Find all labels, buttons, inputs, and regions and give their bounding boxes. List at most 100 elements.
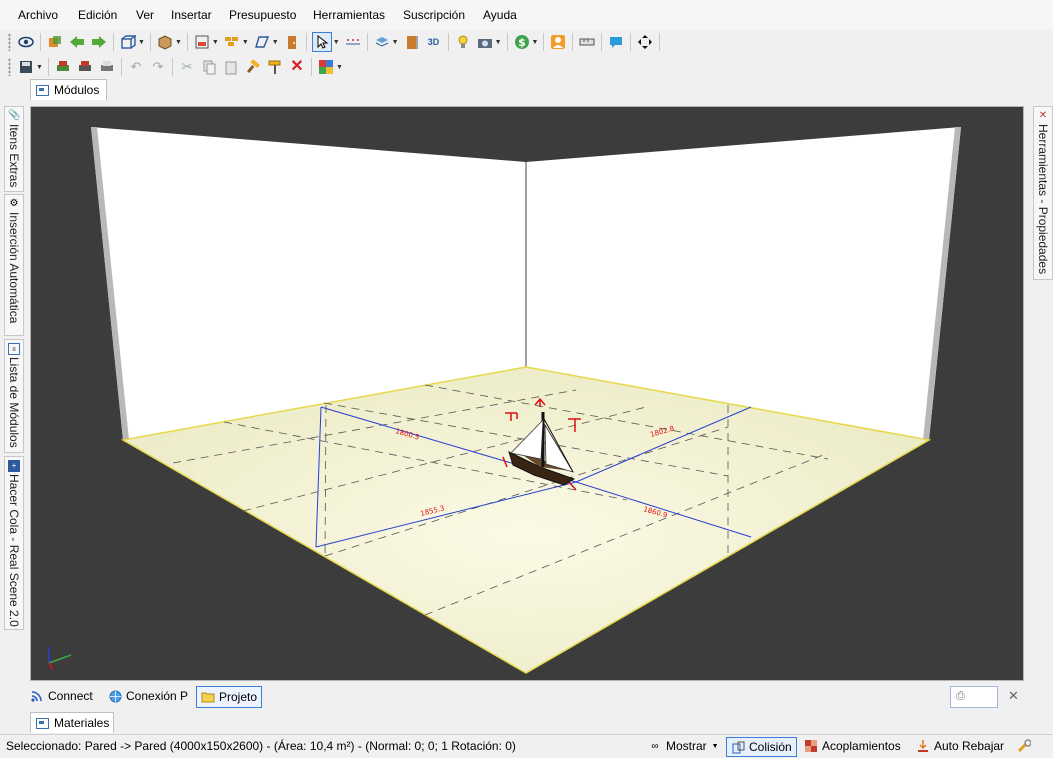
tools-wrench-button[interactable] <box>1017 737 1035 755</box>
chevron-down-icon[interactable]: ▼ <box>392 39 399 46</box>
chevron-down-icon[interactable]: ▼ <box>532 39 539 46</box>
chevron-down-icon[interactable]: ▼ <box>272 39 279 46</box>
colision-label: Colisión <box>749 740 792 754</box>
tab-herramientas-propiedades-label: Herramientas - Propiedades <box>1036 124 1050 275</box>
module-icon <box>36 84 49 96</box>
status-bar: Seleccionado: Pared -> Pared (4000x150x2… <box>0 734 1053 758</box>
arrow-left-icon[interactable] <box>68 33 86 51</box>
menu-edicion[interactable]: Edición <box>78 8 117 22</box>
measure-dots-icon[interactable] <box>344 33 362 51</box>
layers-icon[interactable] <box>373 33 391 51</box>
select-cursor-icon[interactable] <box>311 32 332 52</box>
globe-icon <box>108 689 122 703</box>
menu-ayuda[interactable]: Ayuda <box>483 8 517 22</box>
separator <box>149 33 151 51</box>
acoplamientos-label: Acoplamientos <box>822 739 901 753</box>
tab-connect[interactable]: Connect <box>30 686 93 706</box>
coupling-icon <box>804 739 818 753</box>
tab-hacer-cola[interactable]: + Hacer Cola - Real Scene 2.0 <box>4 456 24 630</box>
chat-icon[interactable] <box>607 33 625 51</box>
menu-herramientas[interactable]: Herramientas <box>313 8 385 22</box>
chevron-down-icon[interactable]: ▼ <box>175 39 182 46</box>
view-3d-icon[interactable]: 3D <box>425 33 443 51</box>
preview-field[interactable]: ⎙ <box>950 686 998 708</box>
tab-connect-label: Connect <box>48 689 93 703</box>
tab-materiales[interactable]: Materiales <box>30 712 114 733</box>
chevron-down-icon[interactable]: ▼ <box>138 39 145 46</box>
chevron-down-icon[interactable]: ▼ <box>336 64 343 71</box>
bottom-tab-strip: Connect Conexión P Projeto <box>30 686 1022 708</box>
queue-icon: + <box>8 460 20 472</box>
separator <box>171 58 173 76</box>
toolbar-grip[interactable] <box>8 58 11 76</box>
chevron-down-icon[interactable]: ▼ <box>242 39 249 46</box>
redo-icon[interactable]: ↷ <box>149 58 167 76</box>
paste-icon[interactable] <box>222 58 240 76</box>
move-arrows-icon[interactable] <box>636 33 654 51</box>
chevron-down-icon[interactable]: ▼ <box>333 39 340 46</box>
mostrar-dropdown[interactable]: ∞ Mostrar ▼ <box>648 737 719 755</box>
separator <box>543 33 545 51</box>
tab-herramientas-propiedades[interactable]: ✕ Herramientas - Propiedades <box>1033 106 1053 280</box>
toolbar-grip[interactable] <box>8 33 11 51</box>
user-icon[interactable] <box>549 33 567 51</box>
camera-icon[interactable] <box>476 33 494 51</box>
acoplamientos-toggle[interactable]: Acoplamientos <box>804 737 901 755</box>
copy-icon[interactable] <box>200 58 218 76</box>
shape-icon[interactable] <box>253 33 271 51</box>
cut-icon[interactable]: ✂ <box>178 58 196 76</box>
undo-icon[interactable]: ↶ <box>127 58 145 76</box>
auto-rebajar-toggle[interactable]: Auto Rebajar <box>916 737 1004 755</box>
chevron-down-icon[interactable]: ▼ <box>36 64 43 71</box>
layout-icon[interactable] <box>193 33 211 51</box>
light-bulb-icon[interactable] <box>454 33 472 51</box>
right-dock: ✕ Herramientas - Propiedades <box>1031 106 1053 281</box>
materials-icon <box>36 717 49 729</box>
chevron-down-icon[interactable]: ▼ <box>212 39 219 46</box>
ruler-icon[interactable] <box>578 33 596 51</box>
bricks-icon[interactable] <box>223 33 241 51</box>
hammer-icon[interactable] <box>244 58 262 76</box>
tab-lista-modulos[interactable]: ≡ Lista de Módulos <box>4 339 24 453</box>
separator <box>113 33 114 51</box>
delete-icon[interactable]: ✕ <box>288 58 306 76</box>
door-icon[interactable] <box>283 33 301 51</box>
box-view-icon[interactable] <box>119 33 137 51</box>
menu-presupuesto[interactable]: Presupuesto <box>229 8 296 22</box>
3d-viewport[interactable]: 1800.5 1802.8 1855.3 1860.9 <box>30 106 1024 681</box>
separator <box>506 33 508 51</box>
chevron-down-icon[interactable]: ▼ <box>495 39 502 46</box>
package-icon[interactable] <box>156 33 174 51</box>
tab-conexion[interactable]: Conexión P <box>108 686 188 706</box>
tab-conexion-label: Conexión P <box>126 689 189 703</box>
rss-icon <box>30 689 44 703</box>
palette-icon[interactable] <box>317 58 335 76</box>
tab-materiales-label: Materiales <box>54 716 110 730</box>
eye-icon[interactable] <box>17 33 35 51</box>
tab-modulos[interactable]: Módulos <box>30 79 107 100</box>
tab-insercion-automatica[interactable]: ⚙ Inserción Automática <box>4 194 24 336</box>
printer-icon[interactable] <box>98 58 116 76</box>
cabinet-icon[interactable] <box>403 33 421 51</box>
chevron-down-icon: ▼ <box>711 742 719 750</box>
colision-toggle[interactable]: Colisión <box>726 737 797 757</box>
tab-projeto[interactable]: Projeto <box>196 686 263 708</box>
print-preview-icon[interactable] <box>54 58 72 76</box>
cube-color-icon[interactable] <box>46 33 64 51</box>
menu-suscripcion[interactable]: Suscripción <box>403 8 465 22</box>
paint-roller-icon[interactable] <box>266 58 284 76</box>
menu-archivo[interactable]: Archivo <box>18 8 58 22</box>
tab-itens-extras[interactable]: 📎 Itens Extras <box>4 106 24 192</box>
main-toolbar: ▼ ▼ ▼ ▼ ▼ ▼ ▼ 3D ▼ $ ▼ <box>6 30 663 54</box>
budget-dollar-icon[interactable]: $ <box>513 33 531 51</box>
separator <box>366 33 368 51</box>
menu-ver[interactable]: Ver <box>136 8 154 22</box>
print-color-icon[interactable] <box>76 58 94 76</box>
menu-insertar[interactable]: Insertar <box>171 8 212 22</box>
arrow-right-icon[interactable] <box>90 33 108 51</box>
tab-projeto-label: Projeto <box>219 690 258 704</box>
mostrar-label: Mostrar <box>666 739 707 753</box>
save-icon[interactable] <box>17 58 35 76</box>
auto-rebajar-label: Auto Rebajar <box>934 739 1005 753</box>
close-icon[interactable]: ✕ <box>1008 688 1019 704</box>
